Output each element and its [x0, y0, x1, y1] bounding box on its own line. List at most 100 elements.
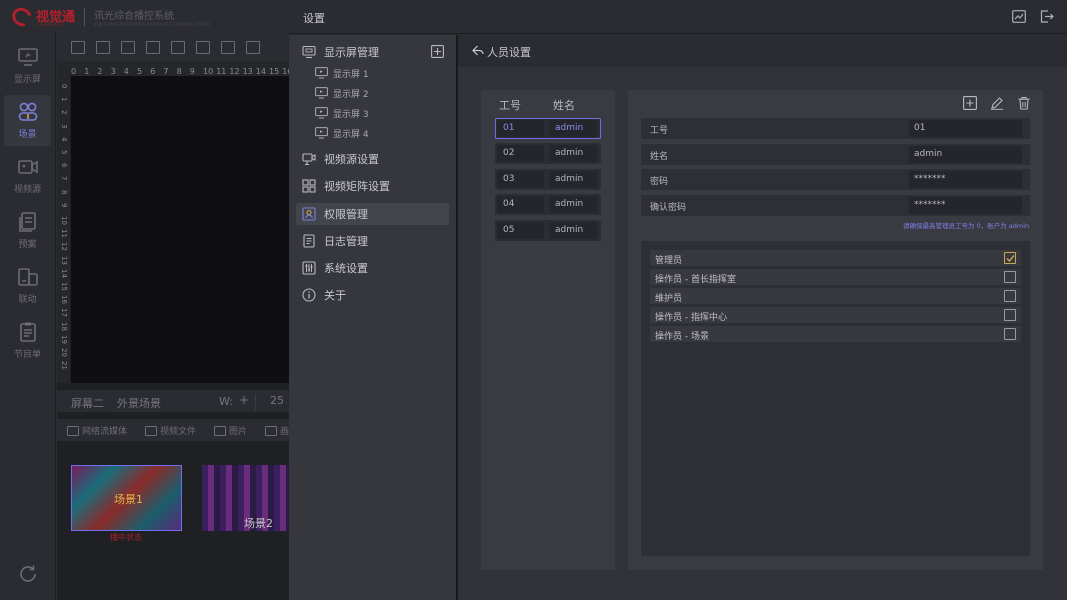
- scene-name: 外景场景: [117, 397, 161, 410]
- picture-icon: [214, 425, 226, 436]
- chart-icon[interactable]: [1012, 10, 1026, 23]
- ruler-tick: 19: [60, 334, 68, 344]
- ruler-tick: 3: [60, 123, 68, 129]
- info-icon: [302, 288, 316, 302]
- link-icon: [17, 268, 38, 286]
- move-up-icon[interactable]: [196, 40, 210, 54]
- nav-display-4[interactable]: 显示屏 4: [315, 125, 369, 141]
- screen-icon: [315, 127, 328, 139]
- check-icon: [1006, 255, 1015, 263]
- name-input[interactable]: admin: [909, 146, 1022, 163]
- user-row[interactable]: 01 admin: [495, 118, 601, 139]
- nav-log-management[interactable]: 日志管理: [296, 230, 449, 252]
- add-layer-icon[interactable]: [71, 40, 85, 54]
- rail-item-plan[interactable]: 预案: [4, 205, 51, 256]
- scene-canvas[interactable]: [71, 76, 289, 383]
- scene-thumbnail-label: 场景1: [114, 493, 143, 506]
- nav-system-settings[interactable]: 系统设置: [296, 257, 449, 279]
- role-label: 操作员 - 场景: [655, 332, 709, 342]
- tab-more[interactable]: 画: [265, 424, 289, 437]
- confirm-password-input[interactable]: *******: [909, 197, 1022, 214]
- role-item[interactable]: 操作员 - 首长指挥室: [650, 269, 1021, 285]
- ruler-tick: 5: [137, 67, 143, 76]
- tab-image[interactable]: 图片: [214, 424, 247, 437]
- user-id: 05: [497, 222, 544, 239]
- user-name: admin: [550, 222, 597, 239]
- add-user-button[interactable]: [963, 96, 977, 110]
- stream-icon: [67, 425, 79, 436]
- ruler-tick: 9: [189, 67, 195, 76]
- employee-id-input[interactable]: 01: [909, 120, 1022, 137]
- user-row[interactable]: 04 admin: [495, 194, 601, 215]
- nav-display-management[interactable]: 显示屏管理: [296, 41, 449, 63]
- user-name: admin: [550, 171, 597, 188]
- rail-item-scene[interactable]: 场景: [4, 95, 51, 146]
- width-input[interactable]: 25: [255, 394, 289, 410]
- role-checkbox[interactable]: [1004, 309, 1016, 321]
- user-name: admin: [550, 145, 597, 162]
- password-input[interactable]: *******: [909, 171, 1022, 188]
- trash-icon[interactable]: [1017, 96, 1031, 110]
- nav-video-source[interactable]: 视频源设置: [296, 148, 449, 170]
- image-icon[interactable]: [171, 40, 185, 54]
- log-icon: [303, 234, 315, 248]
- field-label: 姓名: [650, 152, 669, 162]
- ruler-tick: 1: [84, 67, 90, 76]
- role-checkbox[interactable]: [1004, 271, 1016, 283]
- nav-about[interactable]: 关于: [296, 284, 449, 306]
- book-icon: [265, 425, 277, 436]
- refresh-icon[interactable]: [17, 563, 39, 585]
- move-down-icon[interactable]: [221, 40, 235, 54]
- ruler-tick: 12: [60, 242, 68, 252]
- nav-display-1[interactable]: 显示屏 1: [315, 65, 369, 81]
- role-checkbox[interactable]: [1004, 252, 1016, 264]
- admin-hint: 请确保最高管理员工号为 0，账户为 admin: [903, 222, 1030, 230]
- video-camera-icon: [17, 160, 38, 174]
- width-increase-button[interactable]: +: [239, 393, 249, 407]
- nav-sub-label: 显示屏 1: [333, 69, 369, 80]
- nav-sub-label: 显示屏 4: [333, 129, 369, 140]
- nav-permission-management[interactable]: 权限管理: [296, 203, 449, 225]
- role-checkbox[interactable]: [1004, 328, 1016, 340]
- role-item[interactable]: 操作员 - 指挥中心: [650, 307, 1021, 323]
- clear-icon[interactable]: [246, 40, 260, 54]
- user-row[interactable]: 05 admin: [495, 220, 601, 241]
- rail-item-link[interactable]: 联动: [4, 260, 51, 311]
- rail-label: 视频源: [13, 185, 41, 195]
- monitor-icon: [302, 45, 316, 59]
- role-checkbox[interactable]: [1004, 290, 1016, 302]
- nav-video-matrix[interactable]: 视频矩阵设置: [296, 175, 449, 197]
- nav-label: 视频源设置: [324, 153, 379, 166]
- back-arrow-icon[interactable]: [472, 45, 484, 56]
- edit-icon[interactable]: [990, 96, 1004, 110]
- export-icon[interactable]: [146, 40, 160, 54]
- role-item[interactable]: 管理员: [650, 250, 1021, 266]
- rail-label: 显示屏: [13, 75, 41, 85]
- user-name: admin: [550, 196, 597, 213]
- ruler-tick: 20: [60, 348, 68, 357]
- rail-item-display[interactable]: 显示屏: [4, 40, 51, 91]
- tab-video-file[interactable]: 视频文件: [145, 424, 196, 437]
- import-icon[interactable]: [121, 40, 135, 54]
- user-row[interactable]: 02 admin: [495, 143, 601, 164]
- nav-display-3[interactable]: 显示屏 3: [315, 105, 369, 121]
- nav-display-2[interactable]: 显示屏 2: [315, 85, 369, 101]
- user-name: admin: [550, 120, 597, 137]
- add-display-button[interactable]: [431, 45, 444, 58]
- ruler-tick: 15: [269, 67, 280, 76]
- rail-item-program[interactable]: 节目单: [4, 315, 51, 366]
- exit-icon[interactable]: [1040, 10, 1054, 23]
- scene-thumbnail[interactable]: 场景2: [202, 465, 289, 531]
- user-row[interactable]: 03 admin: [495, 169, 601, 190]
- role-item[interactable]: 维护员: [650, 288, 1021, 304]
- ruler-left: 0 1 2 3 4 5 6 7 8 9 10 11 12 13 14 15 16 17 18 19 20 21: [57, 76, 70, 383]
- screen-icon: [315, 107, 328, 119]
- scene-thumbnail[interactable]: 场景1: [71, 465, 182, 531]
- plan-icon: [18, 212, 36, 232]
- rail-item-video-source[interactable]: 视频源: [4, 150, 51, 201]
- role-item[interactable]: 操作员 - 场景: [650, 326, 1021, 342]
- save-icon[interactable]: [96, 40, 110, 54]
- ruler-tick: 10: [203, 67, 214, 76]
- ruler-tick: 5: [60, 150, 68, 155]
- tab-network-stream[interactable]: 网络流媒体: [67, 424, 127, 437]
